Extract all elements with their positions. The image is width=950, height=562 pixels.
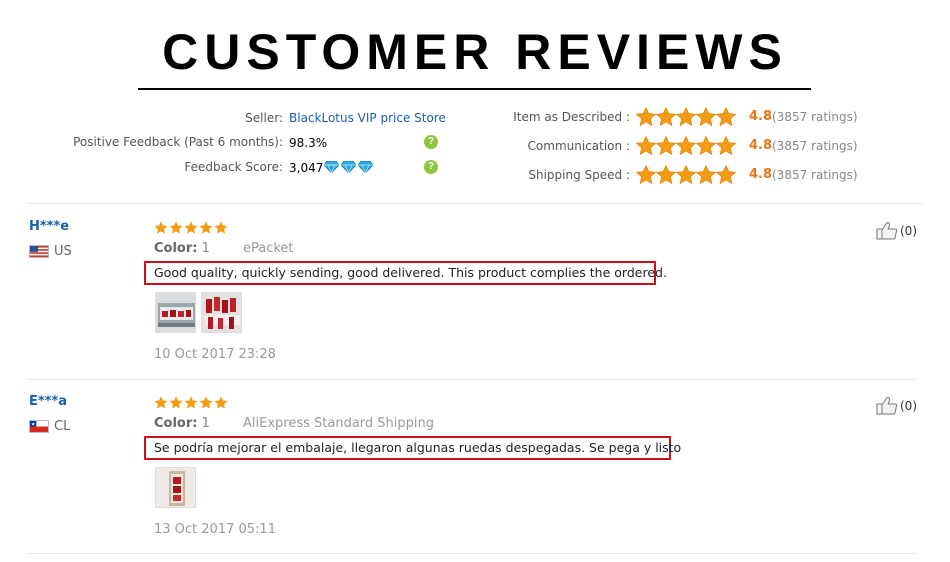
star-icon [184,221,198,234]
review-photo-image [202,293,241,332]
review-divider [28,553,918,554]
star-icon [154,221,168,234]
shipping-method: AliExpress Standard Shipping [243,416,434,431]
star-icon [636,107,656,126]
star-icon [676,136,696,155]
star-icon [184,396,198,409]
feedback-score-value: 3,047 [289,161,324,175]
rating-label-communication: Communication : [527,139,630,153]
color-value: 1 [201,416,210,431]
star-icon [169,396,183,409]
star-icon [696,165,716,184]
star-icon [214,221,228,234]
review-photo-thumbnail[interactable] [155,467,196,508]
color-attribute: Color: 1 [154,241,210,256]
chile-flag [29,420,49,433]
reviewer-country: CL [54,419,71,434]
rating-stars [636,107,736,126]
color-label: Color: [154,416,198,431]
star-icon [636,136,656,155]
diamond-icon [341,161,356,173]
helpful-count: (0) [900,398,917,413]
review-photo-image [156,293,195,332]
star-icon [696,136,716,155]
shipping-method: ePacket [243,241,294,256]
color-label: Color: [154,241,198,256]
star-icon [716,136,736,155]
helpful-button[interactable]: (0) [876,396,917,415]
feedback-score-label: Feedback Score: [184,160,283,174]
help-icon[interactable]: ? [424,160,438,174]
rating-count: (3857 ratings) [772,168,858,182]
rating-label-item-described: Item as Described : [513,110,630,124]
us-flag [29,245,49,258]
help-icon[interactable]: ? [424,135,438,149]
star-icon [696,107,716,126]
reviewer-name: E***a [29,394,68,409]
review-photo-thumbnail[interactable] [155,292,196,333]
star-icon [716,165,736,184]
star-icon [656,165,676,184]
thumbs-up-icon [876,222,898,240]
section-divider [28,203,922,204]
star-icon [676,107,696,126]
star-icon [154,396,168,409]
review-photo-image [156,468,195,507]
star-icon [214,396,228,409]
review-date: 13 Oct 2017 05:11 [154,522,276,537]
seller-level-diamonds [324,161,373,173]
star-icon [636,165,656,184]
star-icon [199,396,213,409]
title-underline [138,88,811,90]
rating-stars [636,136,736,155]
star-icon [169,221,183,234]
color-attribute: Color: 1 [154,416,210,431]
review-stars [154,221,228,234]
star-icon [656,107,676,126]
rating-score: 4.8 [749,167,773,182]
rating-score: 4.8 [749,138,773,153]
diamond-icon [358,161,373,173]
reviewer-country: US [54,244,72,259]
star-icon [199,221,213,234]
review-date: 10 Oct 2017 23:28 [154,347,276,362]
positive-feedback-label: Positive Feedback (Past 6 months): [73,135,283,149]
thumbs-up-icon [876,397,898,415]
star-icon [676,165,696,184]
star-icon [656,136,676,155]
rating-stars [636,165,736,184]
rating-count: (3857 ratings) [772,139,858,153]
rating-label-shipping-speed: Shipping Speed : [528,168,630,182]
helpful-button[interactable]: (0) [876,221,917,240]
seller-label: Seller: [245,111,283,125]
review-divider [28,379,918,380]
rating-score: 4.8 [749,109,773,124]
reviewer-name: H***e [29,219,70,234]
rating-count: (3857 ratings) [772,110,858,124]
review-feedback-text: Good quality, quickly sending, good deli… [144,261,667,285]
page-title: CUSTOMER REVIEWS [162,24,788,80]
color-value: 1 [201,241,210,256]
diamond-icon [324,161,339,173]
star-icon [716,107,736,126]
seller-name-link[interactable]: BlackLotus VIP price Store [289,111,446,125]
review-feedback-text: Se podría mejorar el embalaje, llegaron … [144,436,681,460]
positive-feedback-value: 98.3% [289,136,328,150]
helpful-count: (0) [900,223,917,238]
review-photo-thumbnail[interactable] [201,292,242,333]
review-stars [154,396,228,409]
